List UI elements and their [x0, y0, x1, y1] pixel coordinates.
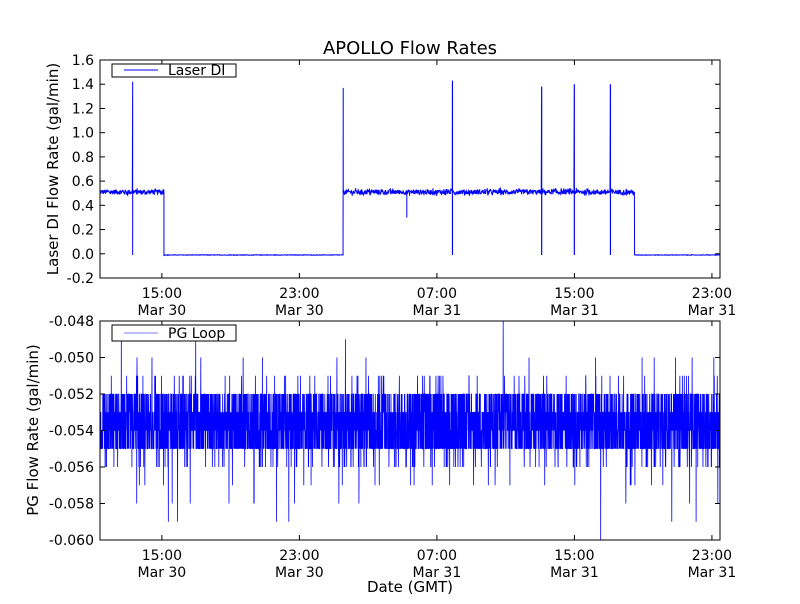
legend-label: Laser DI [168, 63, 225, 79]
x-tick-label-time: 23:00 [279, 548, 319, 564]
y-tick-label: 1.0 [72, 126, 94, 142]
y-tick-label: 1.4 [72, 77, 94, 93]
y-tick-label: 0.6 [72, 174, 94, 190]
y-tick-label: -0.056 [49, 460, 94, 476]
y-tick-label: -0.2 [67, 271, 94, 287]
x-tick-label-date: Mar 31 [550, 565, 599, 581]
x-tick-label-date: Mar 31 [688, 565, 737, 581]
x-tick-label-time: 23:00 [692, 286, 732, 302]
x-tick-label-date: Mar 31 [550, 303, 599, 319]
x-tick-label-time: 15:00 [142, 548, 182, 564]
y-tick-label: -0.048 [49, 314, 94, 330]
y-tick-label: -0.060 [49, 533, 94, 549]
figure-canvas: APOLLO Flow Rates -0.2 0.0 0.2 0.4 0.6 0.8 1.0… [24, 38, 737, 596]
x-tick-label-time: 23:00 [279, 286, 319, 302]
x-tick-label-date: Mar 30 [138, 303, 187, 319]
x-tick-label-time: 23:00 [692, 548, 732, 564]
chart-title: APOLLO Flow Rates [323, 38, 497, 59]
x-tick-label-date: Mar 30 [275, 565, 324, 581]
x-tick-label-date: Mar 31 [688, 303, 737, 319]
y-tick-label: -0.052 [49, 387, 94, 403]
legend: PG Loop [111, 324, 237, 342]
x-tick-label-time: 07:00 [417, 548, 457, 564]
bottom-y-axis-label: PG Flow Rate (gal/min) [24, 344, 42, 516]
y-tick-label: 1.6 [72, 53, 94, 69]
axes-frame [99, 59, 721, 279]
x-tick-label-date: Mar 30 [138, 565, 187, 581]
x-axis-label: Date (GMT) [367, 578, 453, 596]
y-tick-label: 1.2 [72, 101, 94, 117]
y-tick-label: 0.8 [72, 150, 94, 166]
legend: Laser DI [111, 63, 237, 79]
y-tick-label: 0.2 [72, 223, 94, 239]
bottom-axes: -0.060 -0.058 -0.056 -0.054 -0.052 -0.050 -0.0… [49, 314, 736, 581]
top-axes: -0.20.00.20.40.60.81.01.21.41.615:00Mar … [67, 53, 737, 319]
y-tick-label: 0.0 [72, 247, 94, 263]
series-line-laser-di [100, 80, 720, 257]
x-tick-label-time: 15:00 [554, 286, 594, 302]
x-tick-label-date: Mar 30 [275, 303, 324, 319]
y-tick-label: -0.054 [49, 424, 94, 440]
x-tick-label-time: 15:00 [554, 548, 594, 564]
y-tick-label: -0.050 [49, 351, 94, 367]
x-tick-label-time: 07:00 [417, 286, 457, 302]
y-tick-label: 0.4 [72, 198, 94, 214]
x-tick-label-time: 15:00 [142, 286, 182, 302]
top-y-axis-label: Laser DI Flow Rate (gal/min) [44, 63, 62, 275]
x-tick-label-date: Mar 31 [413, 303, 462, 319]
series-line-pg-loop [100, 321, 720, 540]
y-tick-label: -0.058 [49, 497, 94, 513]
chart-figure: APOLLO Flow Rates -0.2 0.0 0.2 0.4 0.6 0.8 1.0… [0, 0, 800, 600]
legend-label: PG Loop [168, 326, 225, 342]
